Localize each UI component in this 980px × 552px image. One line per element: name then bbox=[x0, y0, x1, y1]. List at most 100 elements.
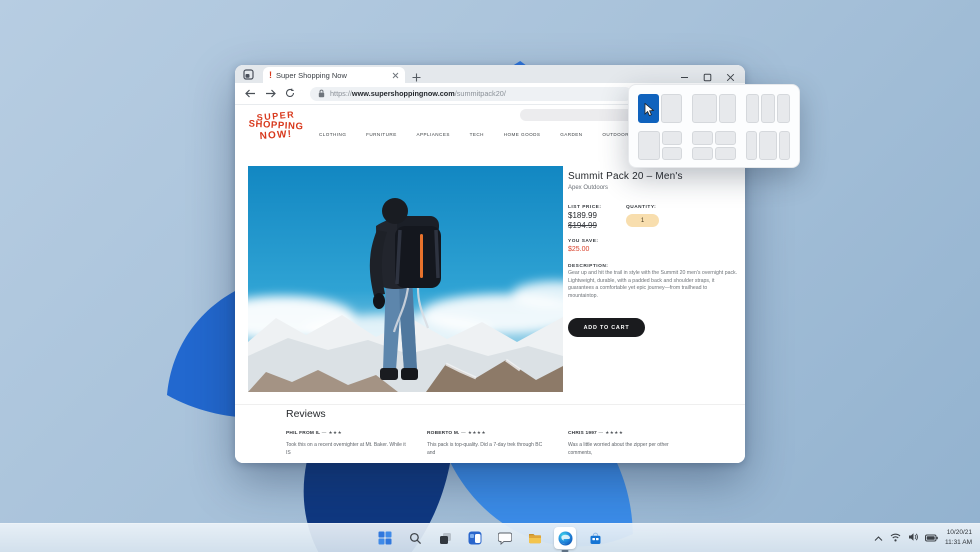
clock-date: 10/20/21 bbox=[946, 529, 972, 537]
snap-zone[interactable] bbox=[746, 94, 760, 123]
tab-close-icon[interactable] bbox=[392, 66, 399, 84]
nav-item-tech[interactable]: TECH bbox=[470, 132, 484, 137]
edge-browser-button[interactable] bbox=[554, 527, 576, 549]
volume-icon[interactable] bbox=[908, 529, 918, 547]
refresh-icon[interactable] bbox=[285, 85, 295, 103]
nav-item-outdoor[interactable]: OUTDOOR bbox=[602, 132, 629, 137]
snap-layout-split-50-50[interactable] bbox=[638, 94, 682, 123]
quantity-label: QUANTITY: bbox=[626, 205, 657, 210]
windows-logo-icon bbox=[378, 531, 392, 545]
snap-zone[interactable] bbox=[715, 146, 736, 160]
review-item: ROBERTO M. — ★★★★ This pack is top-quali… bbox=[427, 430, 548, 457]
browser-tab[interactable]: ! Super Shopping Now bbox=[263, 67, 405, 83]
task-view-icon bbox=[439, 532, 451, 544]
nav-item-home-goods[interactable]: HOME GOODS bbox=[504, 132, 541, 137]
search-icon bbox=[409, 532, 421, 544]
review-text: Was a little worried about the zipper pe… bbox=[568, 442, 669, 456]
widgets-button[interactable] bbox=[464, 527, 486, 549]
system-tray: 10/20/21 11:31 AM bbox=[874, 524, 972, 552]
snap-selected-zone[interactable] bbox=[638, 94, 659, 123]
nav-item-garden[interactable]: GARDEN bbox=[560, 132, 582, 137]
snap-zone[interactable] bbox=[746, 131, 758, 160]
new-tab-button[interactable] bbox=[412, 69, 421, 87]
quantity-stepper[interactable]: 1 bbox=[626, 214, 659, 227]
snap-layout-three-columns-wide-center[interactable] bbox=[746, 131, 790, 160]
https-lock-icon bbox=[318, 85, 325, 103]
list-price-label: LIST PRICE: bbox=[568, 205, 602, 210]
review-text: This pack is top-quality. Did a 7-day tr… bbox=[427, 442, 543, 456]
shop-nav: CLOTHING FURNITURE APPLIANCES TECH HOME … bbox=[319, 132, 629, 137]
hidden-icons-chevron-icon[interactable] bbox=[874, 529, 883, 547]
snap-zone[interactable] bbox=[692, 94, 717, 123]
add-to-cart-button[interactable]: ADD TO CART bbox=[568, 318, 645, 337]
review-text: Took this on a recent overnighter at Mt.… bbox=[286, 442, 406, 456]
chat-icon bbox=[498, 532, 512, 545]
price-current: $189.99 bbox=[568, 211, 597, 220]
review-stars: — ★★★★ bbox=[598, 430, 624, 435]
review-stars: — ★★★★ bbox=[461, 430, 486, 435]
reviews-divider bbox=[235, 404, 745, 405]
you-save-label: YOU SAVE: bbox=[568, 239, 599, 244]
description-label: DESCRIPTION: bbox=[568, 264, 609, 269]
product-description: Gear up and hit the trail in style with … bbox=[568, 270, 738, 299]
shop-logo[interactable]: SUPER SHOPPING NOW! bbox=[243, 109, 309, 142]
mouse-cursor-icon bbox=[644, 103, 655, 117]
review-item: PHIL FROM IL — ★★★ Took this on a recent… bbox=[286, 430, 407, 457]
product-details: Summit Pack 20 – Men's Apex Outdoors LIS… bbox=[568, 171, 744, 411]
product-brand: Apex Outdoors bbox=[568, 185, 609, 191]
snap-zone[interactable] bbox=[638, 131, 660, 160]
file-explorer-button[interactable] bbox=[524, 527, 546, 549]
reviews-heading: Reviews bbox=[286, 408, 326, 420]
review-stars: — ★★★ bbox=[321, 430, 343, 435]
taskbar: 10/20/21 11:31 AM bbox=[0, 523, 980, 552]
snap-layout-split-wide-left[interactable] bbox=[692, 94, 736, 123]
shop-favicon-icon: ! bbox=[269, 69, 272, 80]
wifi-icon[interactable] bbox=[890, 529, 901, 547]
snap-layouts-popup bbox=[628, 84, 800, 168]
search-button[interactable] bbox=[404, 527, 426, 549]
task-view-button[interactable] bbox=[434, 527, 456, 549]
nav-item-appliances[interactable]: APPLIANCES bbox=[417, 132, 450, 137]
snap-zone[interactable] bbox=[661, 94, 682, 123]
store-button[interactable] bbox=[584, 527, 606, 549]
snap-zone[interactable] bbox=[718, 94, 736, 123]
snap-zone[interactable] bbox=[662, 146, 682, 160]
snap-layout-three-columns[interactable] bbox=[746, 94, 790, 123]
browser-titlebar: ! Super Shopping Now bbox=[235, 65, 745, 83]
snap-layout-quad-grid[interactable] bbox=[692, 131, 736, 160]
price-original: $194.99 bbox=[568, 221, 597, 230]
taskbar-clock[interactable]: 10/20/21 11:31 AM bbox=[945, 528, 972, 548]
widgets-icon bbox=[468, 531, 482, 545]
start-button[interactable] bbox=[374, 527, 396, 549]
review-author: ROBERTO M. bbox=[427, 431, 460, 436]
reviews-section: Reviews PHIL FROM IL — ★★★ Took this on … bbox=[286, 408, 716, 457]
snap-zone[interactable] bbox=[692, 131, 713, 145]
snap-zone[interactable] bbox=[761, 94, 775, 123]
you-save-value: $25.00 bbox=[568, 246, 590, 253]
nav-item-furniture[interactable]: FURNITURE bbox=[366, 132, 397, 137]
battery-icon[interactable] bbox=[925, 529, 938, 547]
product-title: Summit Pack 20 – Men's bbox=[568, 171, 683, 182]
snap-zone[interactable] bbox=[692, 146, 713, 160]
tab-title: Super Shopping Now bbox=[276, 70, 347, 80]
chat-button[interactable] bbox=[494, 527, 516, 549]
desktop: ! Super Shopping Now https://www.supersh… bbox=[0, 0, 980, 552]
store-icon bbox=[590, 532, 600, 544]
url-text: https://www.supershoppingnow.com/summitp… bbox=[330, 89, 506, 98]
nav-item-clothing[interactable]: CLOTHING bbox=[319, 132, 346, 137]
snap-zone[interactable] bbox=[759, 131, 777, 160]
file-explorer-icon bbox=[529, 534, 541, 544]
back-icon[interactable] bbox=[245, 85, 256, 103]
address-bar[interactable]: https://www.supershoppingnow.com/summitp… bbox=[310, 85, 632, 103]
snap-layout-left-plus-stack[interactable] bbox=[638, 131, 682, 160]
snap-zone[interactable] bbox=[715, 131, 736, 145]
snap-zone[interactable] bbox=[778, 131, 790, 160]
product-image[interactable] bbox=[248, 166, 563, 392]
forward-icon[interactable] bbox=[265, 85, 276, 103]
review-author: CHRIS 1997 bbox=[568, 431, 597, 436]
review-author: PHIL FROM IL bbox=[286, 431, 321, 436]
snap-zone[interactable] bbox=[776, 94, 790, 123]
tab-actions-icon[interactable] bbox=[242, 68, 254, 80]
snap-zone[interactable] bbox=[662, 131, 682, 145]
review-item: CHRIS 1997 — ★★★★ Was a little worried a… bbox=[568, 430, 689, 457]
